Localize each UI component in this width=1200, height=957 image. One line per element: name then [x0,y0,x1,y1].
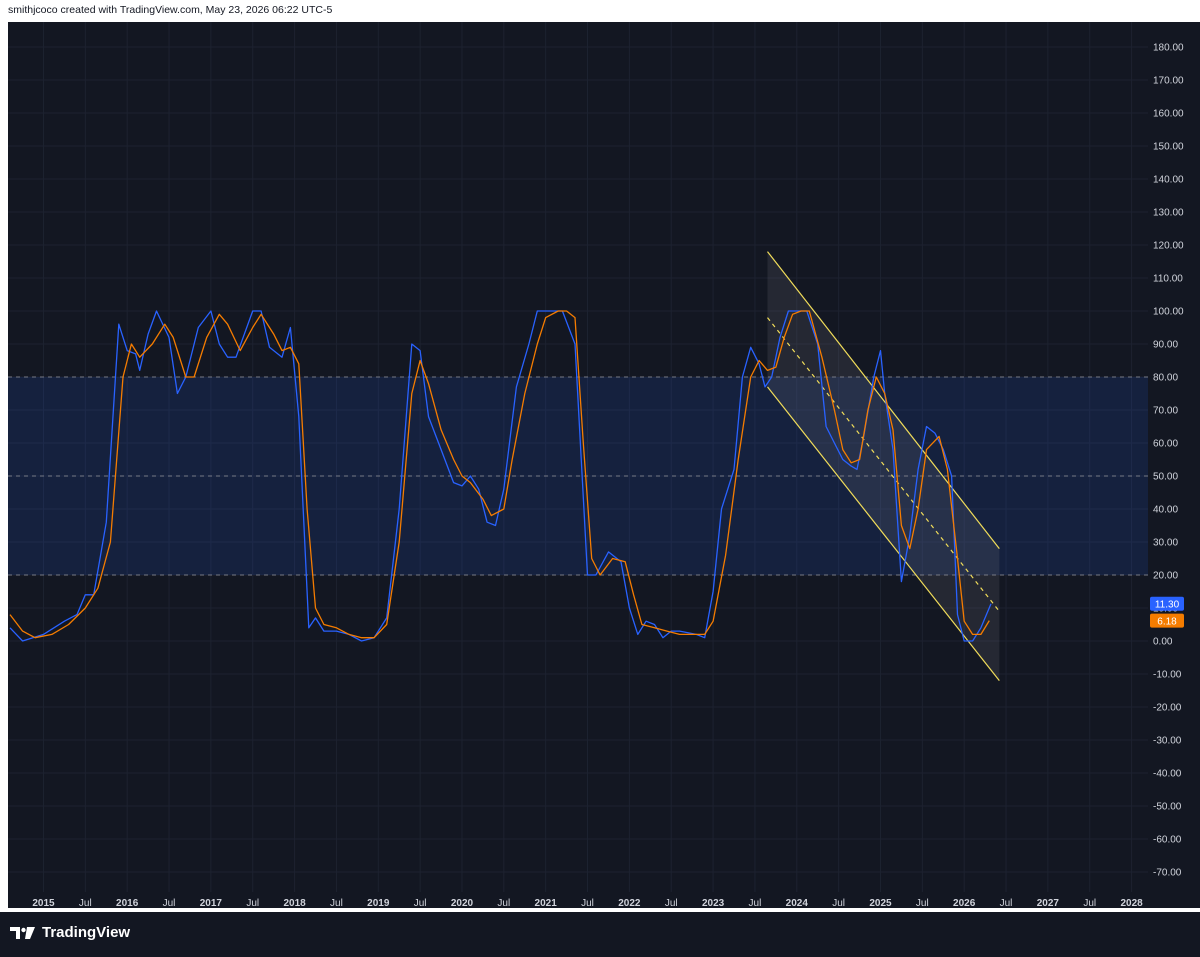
x-tick-label: 2017 [200,898,223,909]
y-tick-label: 160.00 [1153,109,1184,120]
x-tick-label: 2028 [1120,898,1143,909]
x-tick-label: 2024 [786,898,809,909]
x-tick-label: Jul [497,898,510,909]
y-tick-label: 30.00 [1153,538,1178,549]
y-tick-label: -10.00 [1153,670,1182,681]
y-tick-label: 140.00 [1153,175,1184,186]
y-tick-label: -40.00 [1153,769,1182,780]
y-tick-label: 170.00 [1153,76,1184,87]
tradingview-logo[interactable]: TradingView [10,924,130,941]
y-tick-label: -30.00 [1153,736,1182,747]
x-tick-label: Jul [330,898,343,909]
y-tick-label: 20.00 [1153,571,1178,582]
x-tick-label: 2021 [535,898,558,909]
y-tick-label: 0.00 [1153,637,1173,648]
x-tick-label: Jul [246,898,259,909]
y-tick-label: -60.00 [1153,835,1182,846]
y-tick-label: 180.00 [1153,43,1184,54]
y-tick-label: 40.00 [1153,505,1178,516]
x-tick-label: 2027 [1037,898,1060,909]
x-tick-label: 2023 [702,898,725,909]
x-tick-label: Jul [1083,898,1096,909]
x-tick-label: Jul [749,898,762,909]
x-tick-label: Jul [665,898,678,909]
x-tick-label: Jul [581,898,594,909]
x-tick-label: Jul [414,898,427,909]
x-tick-label: 2026 [953,898,976,909]
x-tick-label: 2016 [116,898,139,909]
y-tick-label: -50.00 [1153,802,1182,813]
x-tick-label: 2019 [367,898,390,909]
stochastic-chart[interactable]: 180.00 170.00 160.00 150.00 140.00 130.00 120.… [0,0,1200,957]
x-tick-label: Jul [163,898,176,909]
x-tick-label: Jul [1000,898,1013,909]
last-value-text-d: 6.18 [1157,617,1177,628]
y-tick-label: 150.00 [1153,142,1184,153]
footer-bar [0,912,1200,957]
x-tick-label: 2018 [283,898,306,909]
y-tick-label: -20.00 [1153,703,1182,714]
y-tick-label: 90.00 [1153,340,1178,351]
y-tick-label: 60.00 [1153,439,1178,450]
x-tick-label: Jul [79,898,92,909]
tradingview-logo-icon [10,926,35,939]
y-tick-label: 50.00 [1153,472,1178,483]
y-tick-label: 80.00 [1153,373,1178,384]
brand-name: TradingView [42,924,131,941]
last-value-text-k: 11.30 [1155,600,1180,611]
x-tick-label: Jul [832,898,845,909]
x-tick-label: 2020 [451,898,474,909]
y-tick-label: 100.00 [1153,307,1184,318]
x-tick-label: 2025 [869,898,892,909]
y-tick-label: 120.00 [1153,241,1184,252]
x-axis: 2015 Jul 2016 Jul 2017 Jul 2018 Jul 2019 Jul 2020 J… [32,898,1143,909]
y-tick-label: 110.00 [1153,274,1183,285]
x-tick-label: 2015 [32,898,55,909]
y-tick-label: 130.00 [1153,208,1184,219]
y-tick-label: -70.00 [1153,868,1182,879]
x-tick-label: Jul [916,898,929,909]
x-tick-label: 2022 [618,898,641,909]
y-tick-label: 70.00 [1153,406,1178,417]
y-axis: 180.00 170.00 160.00 150.00 140.00 130.00 120.… [1153,43,1184,879]
